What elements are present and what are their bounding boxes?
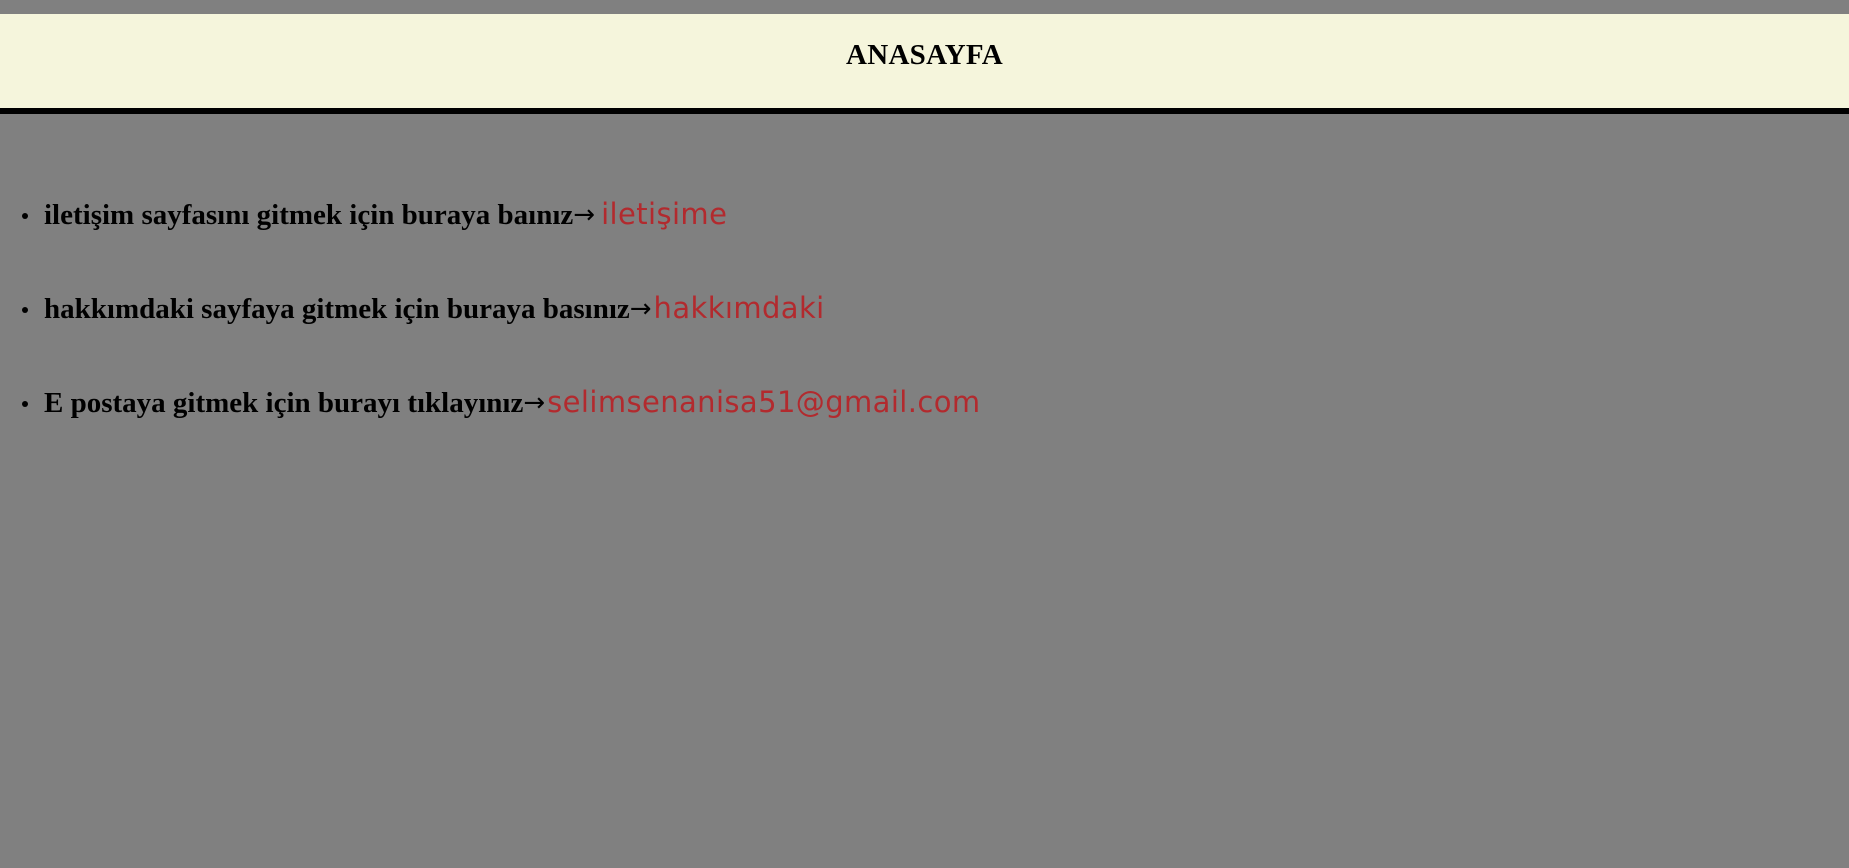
nav-list: iletişim sayfasını gitmek için buraya ba… (0, 200, 981, 482)
bullet-icon (22, 213, 28, 219)
page-header: ANASAYFA (0, 14, 1849, 114)
list-item-text: iletişim sayfasını gitmek için buraya ba… (44, 199, 574, 231)
bullet-icon (22, 307, 28, 313)
arrow-right-icon: → (573, 200, 596, 230)
bullet-icon (22, 401, 28, 407)
arrow-right-icon: → (523, 388, 546, 418)
list-item-hakkimda: hakkımdaki sayfaya gitmek için buraya ba… (22, 293, 981, 388)
email-link[interactable]: selimsenanisa51@gmail.com (547, 388, 980, 417)
arrow-right-icon: → (629, 294, 652, 324)
list-item-email: E postaya gitmek için burayı tıklayınız →… (22, 387, 981, 482)
iletisim-link[interactable]: iletişime (601, 200, 727, 229)
list-item-text: E postaya gitmek için burayı tıklayınız (44, 387, 524, 419)
hakkimdaki-link[interactable]: hakkımdaki (654, 294, 825, 323)
list-item-text: hakkımdaki sayfaya gitmek için buraya ba… (44, 293, 630, 325)
list-item-iletisim: iletişim sayfasını gitmek için buraya ba… (22, 199, 981, 294)
page-title: ANASAYFA (845, 38, 1004, 71)
